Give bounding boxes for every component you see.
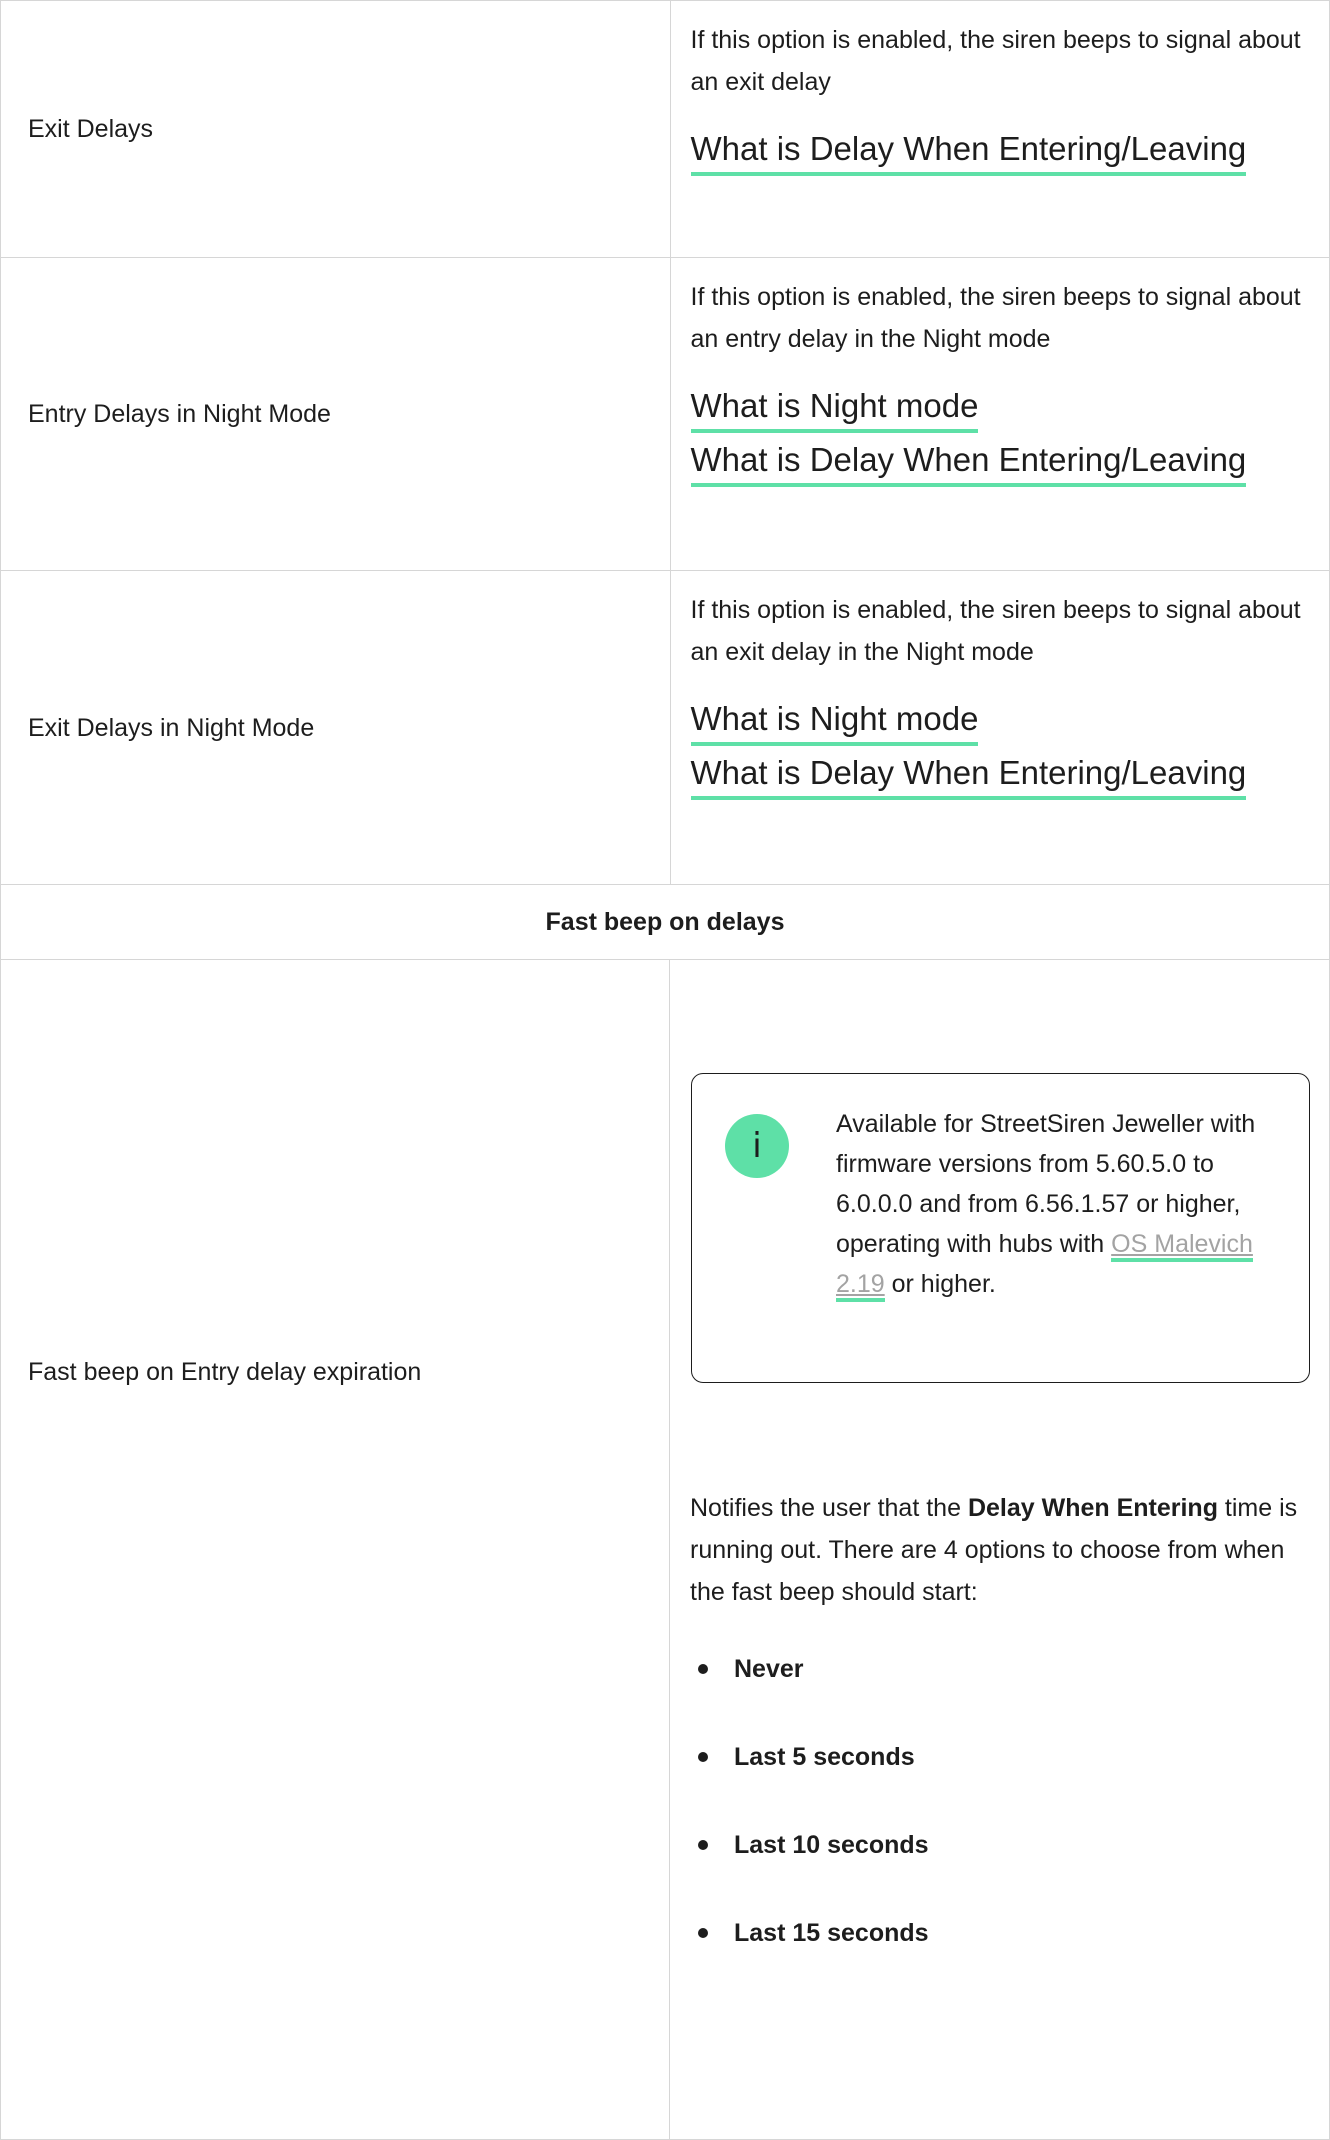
night-mode-link[interactable]: What is Night mode <box>691 384 979 433</box>
setting-label: Exit Delays in Night Mode <box>1 571 671 884</box>
setting-label: Fast beep on Entry delay expiration <box>1 960 670 2139</box>
info-note: i Available for StreetSiren Jeweller wit… <box>691 1073 1310 1383</box>
note-text-after: or higher. <box>885 1270 996 1298</box>
options-list: Never Last 5 seconds Last 10 seconds Las… <box>690 1651 1307 1951</box>
note-text: Available for StreetSiren Jeweller with … <box>836 1104 1276 1304</box>
link-group: What is Night mode What is Delay When En… <box>691 384 1308 492</box>
table-row: Fast beep on Entry delay expiration i Av… <box>1 960 1330 2140</box>
setting-label: Entry Delays in Night Mode <box>1 258 671 570</box>
night-mode-link[interactable]: What is Night mode <box>691 697 979 746</box>
list-item: Never <box>690 1651 1307 1687</box>
list-item: Last 10 seconds <box>690 1827 1307 1863</box>
settings-table: Exit Delays If this option is enabled, t… <box>0 0 1330 2140</box>
description-prefix: Notifies the user that the <box>690 1494 968 1522</box>
setting-description-cell: If this option is enabled, the siren bee… <box>671 258 1330 570</box>
list-item: Last 5 seconds <box>690 1739 1307 1775</box>
delay-entering-leaving-link[interactable]: What is Delay When Entering/Leaving <box>691 438 1247 487</box>
link-group: What is Delay When Entering/Leaving <box>691 127 1308 181</box>
description-bold: Delay When Entering <box>968 1494 1218 1522</box>
setting-description-cell: If this option is enabled, the siren bee… <box>671 571 1330 884</box>
info-icon: i <box>725 1114 789 1178</box>
setting-description: Notifies the user that the Delay When En… <box>690 1487 1307 1613</box>
table-row: Entry Delays in Night Mode If this optio… <box>1 258 1330 571</box>
list-item: Last 15 seconds <box>690 1915 1307 1951</box>
section-header-row: Fast beep on delays <box>1 885 1330 960</box>
setting-description: If this option is enabled, the siren bee… <box>691 19 1308 103</box>
setting-description: If this option is enabled, the siren bee… <box>691 276 1308 360</box>
delay-entering-leaving-link[interactable]: What is Delay When Entering/Leaving <box>691 751 1247 800</box>
setting-description-cell: If this option is enabled, the siren bee… <box>671 1 1330 257</box>
table-row: Exit Delays If this option is enabled, t… <box>1 1 1330 258</box>
setting-label: Exit Delays <box>1 1 671 257</box>
section-header: Fast beep on delays <box>1 885 1330 959</box>
setting-description: If this option is enabled, the siren bee… <box>691 589 1308 673</box>
setting-description-cell: i Available for StreetSiren Jeweller wit… <box>670 960 1330 2139</box>
table-row: Exit Delays in Night Mode If this option… <box>1 571 1330 885</box>
delay-entering-leaving-link[interactable]: What is Delay When Entering/Leaving <box>691 127 1247 176</box>
link-group: What is Night mode What is Delay When En… <box>691 697 1308 805</box>
